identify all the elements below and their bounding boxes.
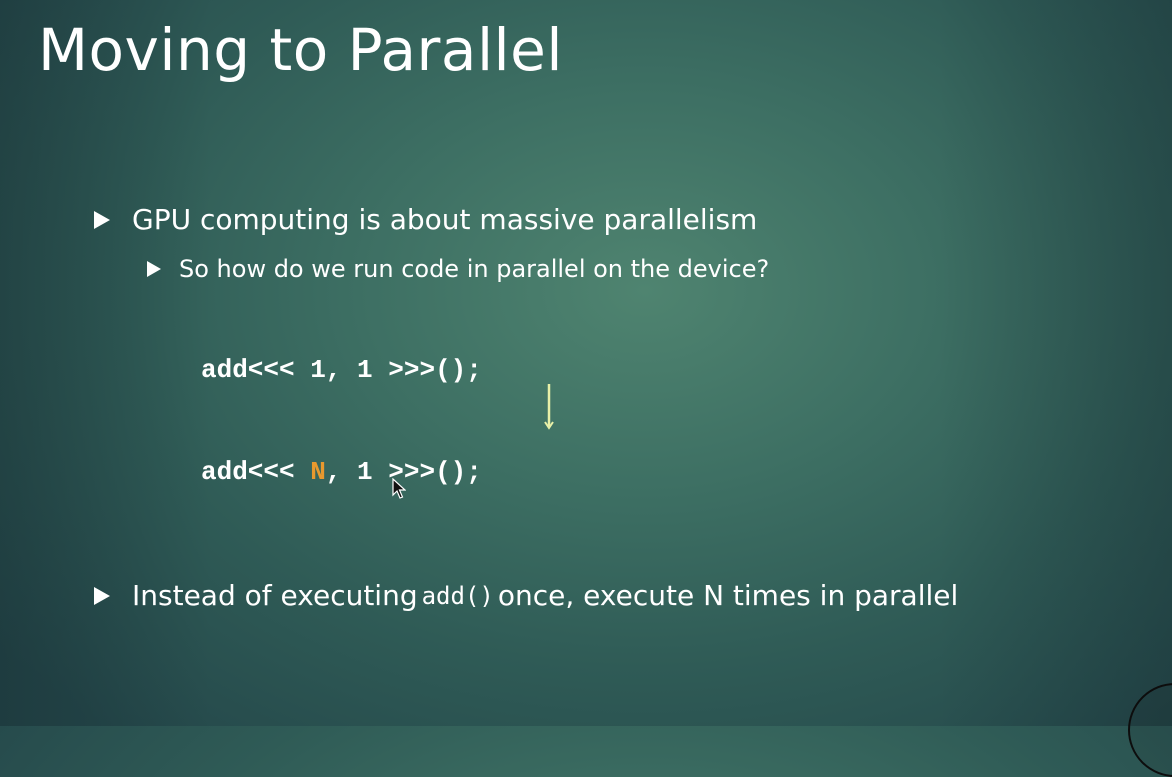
slide-title: Moving to Parallel xyxy=(38,16,563,84)
code-suffix: >>>(); xyxy=(372,457,482,487)
code-arg-blocks: 1 xyxy=(310,355,326,385)
down-arrow-icon xyxy=(544,384,554,430)
corner-circle-decoration xyxy=(1128,683,1172,777)
code-arg-threads: 1 xyxy=(357,355,373,385)
code-separator: , xyxy=(325,457,358,487)
code-suffix: >>>(); xyxy=(372,355,482,385)
bullet-text-before: Instead of executing xyxy=(132,579,418,612)
code-prefix: add<<< xyxy=(201,355,311,385)
bullet-text-after: once, execute N times in parallel xyxy=(497,579,959,612)
code-arg-threads: 1 xyxy=(357,457,373,487)
bullet-triangle-icon xyxy=(147,261,161,277)
code-arg-blocks-highlighted: N xyxy=(310,457,326,487)
code-line-serial: add<<< 1, 1 >>>(); xyxy=(201,355,482,385)
bullet-text: GPU computing is about massive paralleli… xyxy=(132,203,758,236)
sub-bullet-text: So how do we run code in parallel on the… xyxy=(179,255,770,283)
sub-bullet-question: So how do we run code in parallel on the… xyxy=(147,255,769,283)
bullet-triangle-icon xyxy=(94,586,110,605)
inline-code-add: add() xyxy=(421,581,494,610)
bullet-instead: Instead of executing add() once, execute… xyxy=(94,579,958,612)
code-line-parallel: add<<< N, 1 >>>(); xyxy=(201,457,482,487)
mouse-cursor-icon xyxy=(392,478,406,499)
code-separator: , xyxy=(325,355,358,385)
background-vignette xyxy=(0,0,1172,726)
code-prefix: add<<< xyxy=(201,457,311,487)
bullet-triangle-icon xyxy=(94,210,110,229)
bullet-gpu-computing: GPU computing is about massive paralleli… xyxy=(94,203,757,236)
